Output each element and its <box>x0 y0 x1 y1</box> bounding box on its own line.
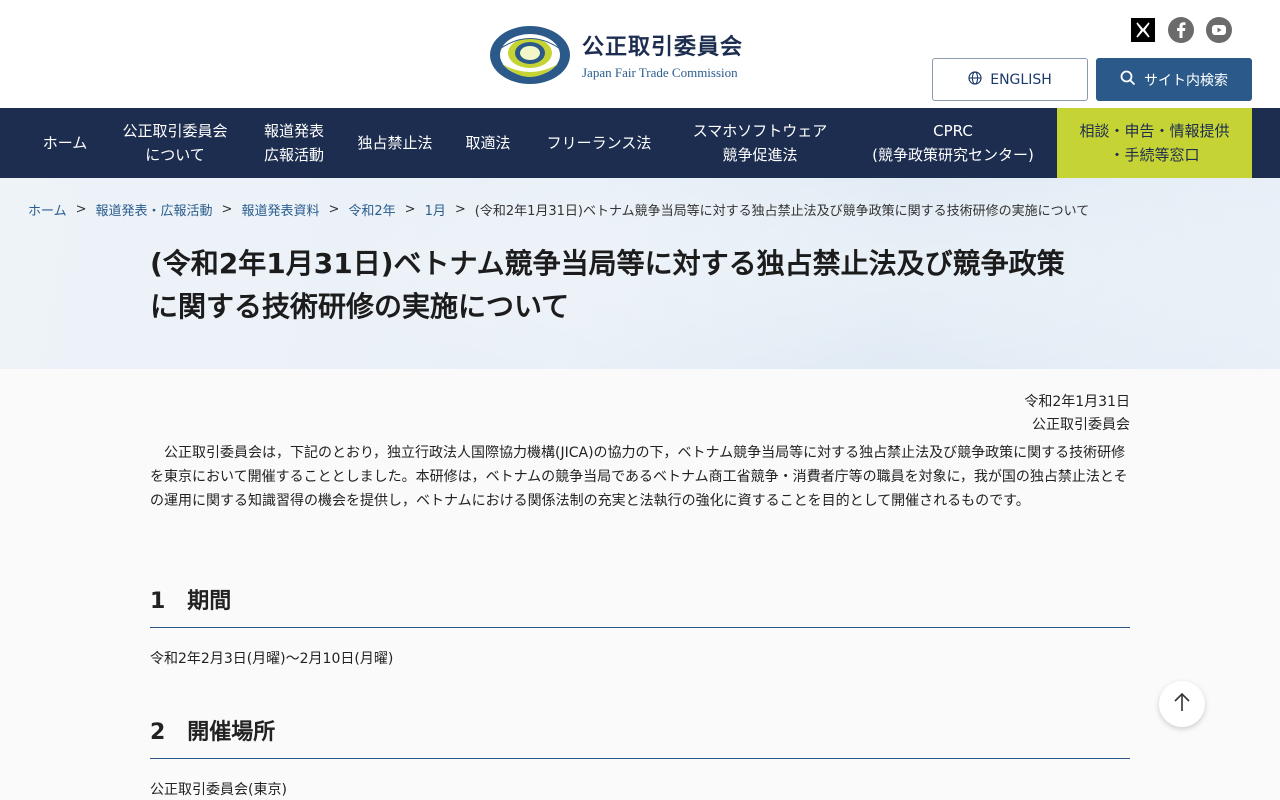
nav-item-smartphone[interactable]: スマホソフトウェア 競争促進法 <box>676 108 844 178</box>
nav-item-about[interactable]: 公正取引委員会 について <box>108 108 242 178</box>
section-body-period: 令和2年2月3日(月曜)～2月10日(月曜) <box>150 651 394 667</box>
arrow-up-icon <box>1173 692 1191 716</box>
breadcrumb-separator: > <box>75 202 87 217</box>
date-issuer-block: 令和2年1月31日 公正取引委員会 <box>1024 391 1130 437</box>
page-title: (令和2年1月31日)ベトナム競争当局等に対する独占禁止法及び競争政策 に関する… <box>150 247 1065 323</box>
x-icon[interactable] <box>1130 17 1156 43</box>
breadcrumb-month[interactable]: 1月 <box>425 200 446 219</box>
breadcrumb-separator: > <box>404 202 416 217</box>
page-hero: ホーム > 報道発表・広報活動 > 報道発表資料 > 令和2年 > 1月 > (… <box>0 178 1280 369</box>
nav-item-antimonopoly[interactable]: 独占禁止法 <box>346 108 444 178</box>
global-nav: ホーム 公正取引委員会 について 報道発表 広報活動 独占禁止法 取適法 フリー… <box>0 108 1280 178</box>
nav-item-press[interactable]: 報道発表 広報活動 <box>252 108 336 178</box>
nav-item-consultation[interactable]: 相談・申告・情報提供 ・手続等窓口 <box>1057 108 1252 178</box>
breadcrumb-year[interactable]: 令和2年 <box>348 200 395 219</box>
nav-item-home[interactable]: ホーム <box>28 108 102 178</box>
breadcrumb-separator: > <box>328 202 340 217</box>
section-heading-venue: 2 開催場所 <box>150 714 1130 759</box>
breadcrumb-separator: > <box>454 202 466 217</box>
breadcrumb-home[interactable]: ホーム <box>28 200 67 219</box>
facebook-icon[interactable] <box>1168 17 1194 43</box>
search-label: サイト内検索 <box>1144 72 1228 89</box>
nav-item-subcontract[interactable]: 取適法 <box>454 108 522 178</box>
main-content: 令和2年1月31日 公正取引委員会 公正取引委員会は，下記のとおり，独立行政法人… <box>0 369 1280 800</box>
nav-item-cprc[interactable]: CPRC (競争政策研究センター) <box>854 108 1052 178</box>
english-label: ENGLISH <box>990 71 1052 88</box>
breadcrumb: ホーム > 報道発表・広報活動 > 報道発表資料 > 令和2年 > 1月 > (… <box>28 200 1089 219</box>
section-heading-period: 1 期間 <box>150 583 1130 628</box>
publish-date: 令和2年1月31日 <box>1024 394 1130 410</box>
youtube-icon[interactable] <box>1206 17 1232 43</box>
logo-japanese-name: 公正取引委員会 <box>582 35 744 60</box>
breadcrumb-press-materials[interactable]: 報道発表資料 <box>241 200 319 219</box>
breadcrumb-separator: > <box>221 202 233 217</box>
issuer: 公正取引委員会 <box>1032 417 1130 433</box>
search-icon <box>1120 70 1136 90</box>
nav-item-freelance[interactable]: フリーランス法 <box>532 108 666 178</box>
site-header: 公正取引委員会 Japan Fair Trade Commission ENGL… <box>0 0 1280 108</box>
breadcrumb-press[interactable]: 報道発表・広報活動 <box>96 200 213 219</box>
english-button[interactable]: ENGLISH <box>932 58 1088 101</box>
site-logo[interactable]: 公正取引委員会 Japan Fair Trade Commission <box>488 24 743 86</box>
social-links <box>1130 17 1232 43</box>
site-search-button[interactable]: サイト内検索 <box>1096 58 1252 101</box>
back-to-top-button[interactable] <box>1159 681 1205 727</box>
jftc-emblem-icon <box>488 24 572 86</box>
globe-icon <box>968 70 982 89</box>
intro-paragraph: 公正取引委員会は，下記のとおり，独立行政法人国際協力機構(JICA)の協力の下，… <box>150 445 1128 509</box>
logo-english-name: Japan Fair Trade Commission <box>582 65 738 80</box>
breadcrumb-current: (令和2年1月31日)ベトナム競争当局等に対する独占禁止法及び競争政策に関する技… <box>474 204 1090 219</box>
section-body-venue: 公正取引委員会(東京) <box>150 782 287 798</box>
